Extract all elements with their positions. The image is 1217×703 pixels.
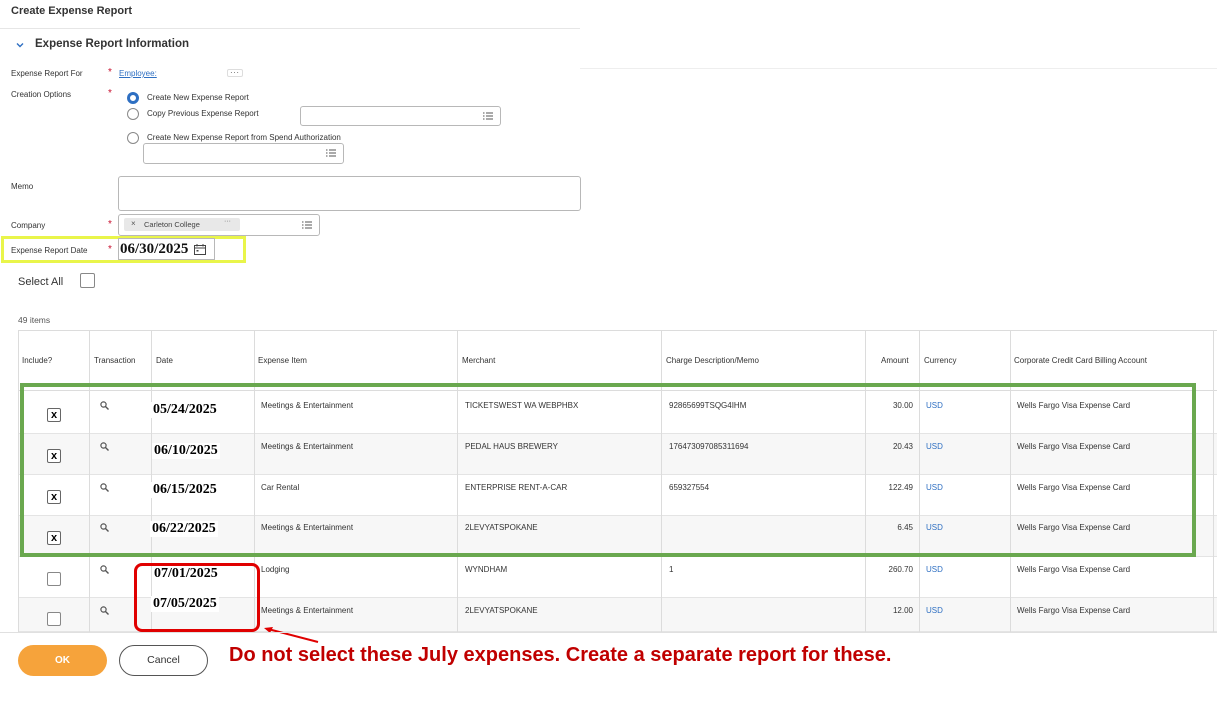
include-checkbox[interactable] <box>47 612 61 626</box>
header-billing-account[interactable]: Corporate Credit Card Billing Account <box>1014 356 1147 365</box>
header-currency[interactable]: Currency <box>924 356 956 365</box>
list-icon[interactable] <box>326 149 336 157</box>
employee-link[interactable]: Employee: <box>119 69 157 78</box>
arrow-icon <box>264 627 319 643</box>
july-expenses-highlight <box>134 563 260 632</box>
june-expenses-highlight <box>20 383 1196 557</box>
copy-previous-prompt[interactable] <box>300 106 501 126</box>
select-all-checkbox[interactable] <box>80 273 95 288</box>
radio-label: Create New Expense Report <box>147 93 249 102</box>
divider <box>0 632 1217 633</box>
creation-options-label: Creation Options <box>11 90 72 99</box>
spend-authorization-prompt[interactable] <box>143 143 344 164</box>
currency-link[interactable]: USD <box>926 565 943 574</box>
ok-button[interactable]: OK <box>18 645 107 676</box>
remove-icon[interactable]: × <box>131 219 136 228</box>
required-marker: * <box>108 219 112 230</box>
expense-item-cell: Meetings & Entertainment <box>261 606 354 615</box>
list-icon[interactable] <box>483 112 493 120</box>
header-date[interactable]: Date <box>156 356 173 365</box>
merchant-cell: WYNDHAM <box>465 565 508 574</box>
merchant-cell: 2LEVYATSPOKANE <box>465 606 538 615</box>
items-count: 49 items <box>18 315 51 325</box>
radio-label: Create New Expense Report from Spend Aut… <box>147 133 341 142</box>
header-amount[interactable]: Amount <box>881 356 909 365</box>
currency-link[interactable]: USD <box>926 606 943 615</box>
page-title: Create Expense Report <box>11 5 133 17</box>
radio-copy-previous[interactable] <box>127 108 139 120</box>
divider <box>0 28 580 29</box>
radio-spend-authorization[interactable] <box>127 132 139 144</box>
radio-create-new[interactable] <box>127 92 139 104</box>
amount-cell: 260.70 <box>888 565 913 574</box>
cancel-button[interactable]: Cancel <box>119 645 208 676</box>
header-expense-item[interactable]: Expense Item <box>258 356 307 365</box>
report-for-label: Expense Report For <box>11 69 83 78</box>
company-label: Company <box>11 221 46 230</box>
list-icon[interactable] <box>302 221 312 229</box>
annotation-note: Do not select these July expenses. Creat… <box>229 644 892 666</box>
radio-label: Copy Previous Expense Report <box>147 109 259 118</box>
magnifier-icon[interactable] <box>100 606 109 615</box>
memo-label: Memo <box>11 182 34 191</box>
required-marker: * <box>108 244 112 255</box>
report-date-label: Expense Report Date <box>11 246 88 255</box>
select-all-label: Select All <box>18 276 64 288</box>
company-pill[interactable]: Carleton College <box>124 218 240 231</box>
report-date-value: 06/30/2025 <box>120 241 189 257</box>
expense-item-cell: Lodging <box>261 565 290 574</box>
include-checkbox[interactable] <box>47 572 61 586</box>
header-transaction[interactable]: Transaction <box>94 356 136 365</box>
calendar-icon[interactable] <box>194 244 206 255</box>
billing-account-cell: Wells Fargo Visa Expense Card <box>1017 606 1131 615</box>
required-marker: * <box>108 88 112 99</box>
required-marker: * <box>108 67 112 78</box>
magnifier-icon[interactable] <box>100 565 109 574</box>
divider <box>580 68 1217 69</box>
memo-cell: 1 <box>669 565 674 574</box>
column-divider <box>1213 331 1214 632</box>
chevron-down-icon[interactable] <box>14 39 26 51</box>
header-merchant[interactable]: Merchant <box>462 356 495 365</box>
header-include[interactable]: Include? <box>22 356 52 365</box>
header-charge-description[interactable]: Charge Description/Memo <box>666 356 759 365</box>
related-actions-button[interactable]: ··· <box>227 69 243 77</box>
section-title[interactable]: Expense Report Information <box>35 38 189 50</box>
related-actions-button[interactable]: ··· <box>224 218 231 225</box>
amount-cell: 12.00 <box>892 606 913 615</box>
memo-textarea[interactable] <box>118 176 581 211</box>
billing-account-cell: Wells Fargo Visa Expense Card <box>1017 565 1131 574</box>
